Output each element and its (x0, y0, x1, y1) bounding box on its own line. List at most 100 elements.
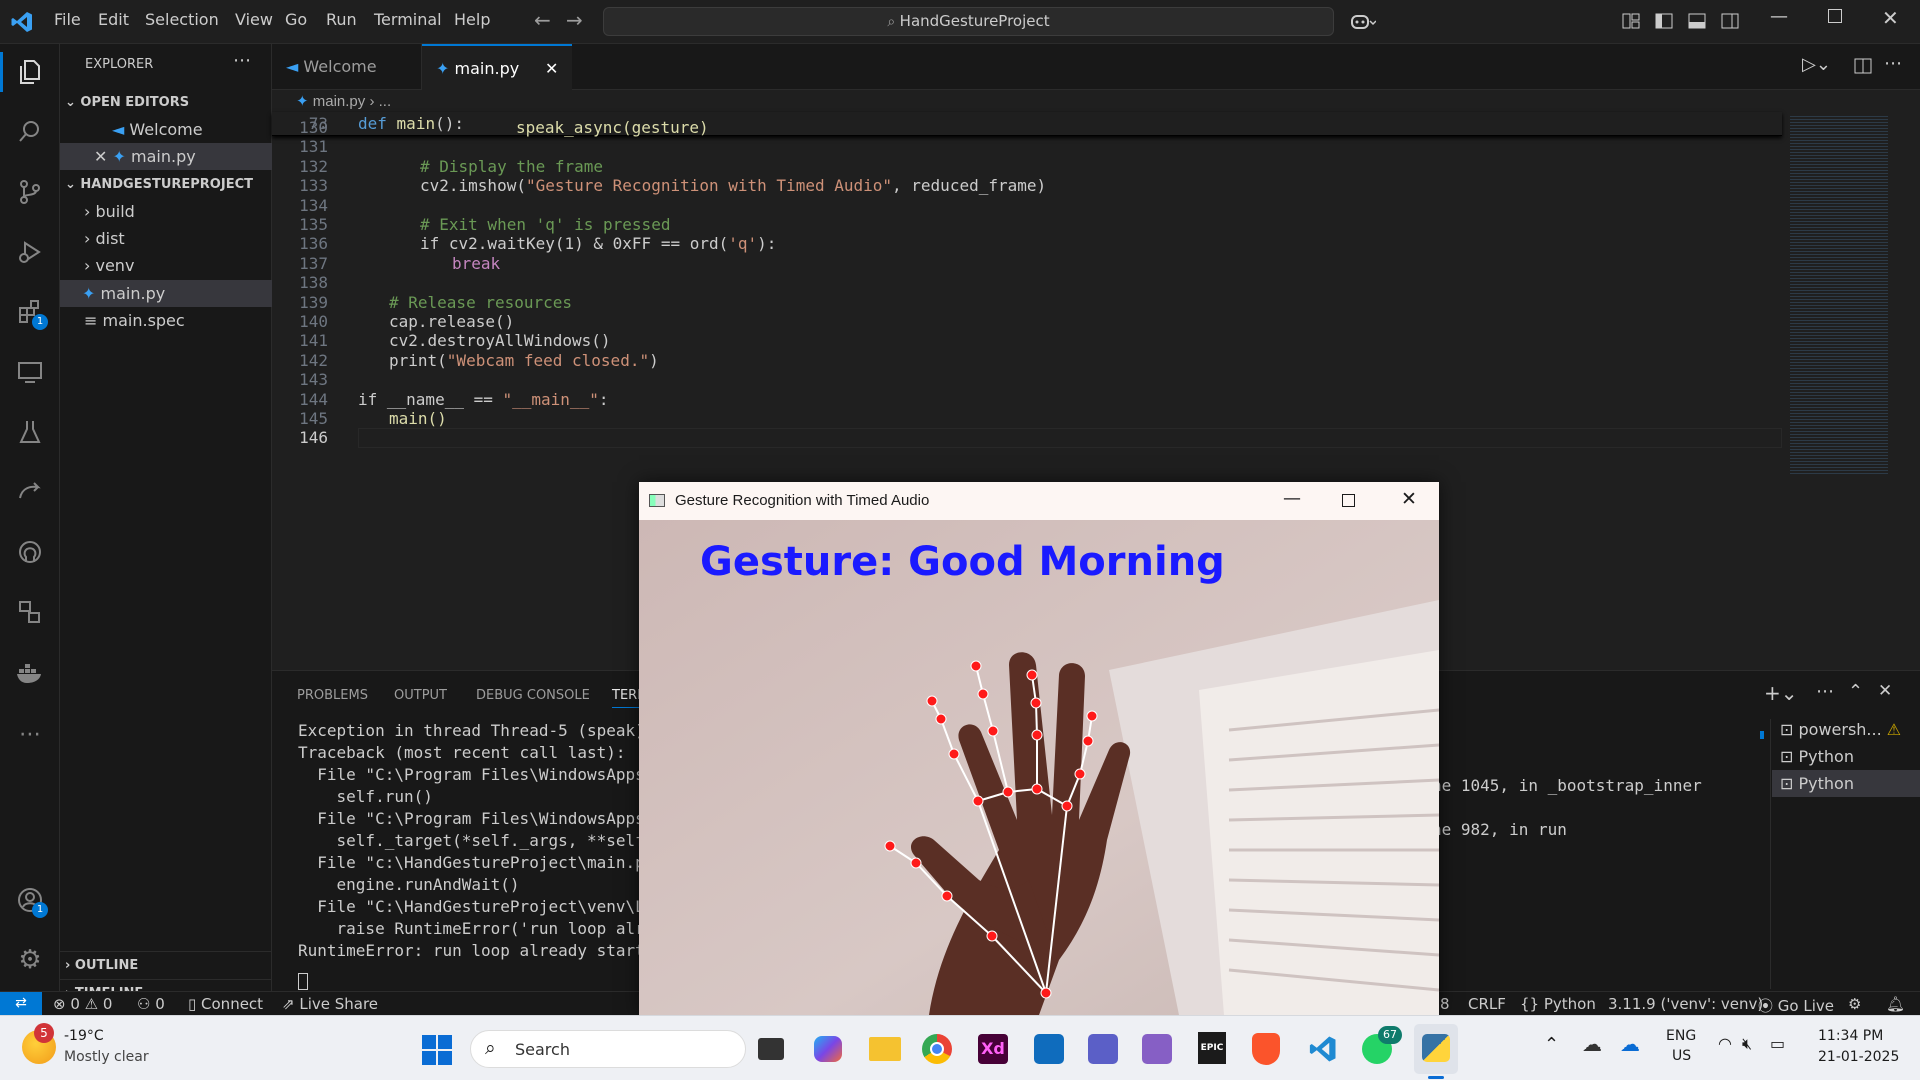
teams-icon[interactable] (1088, 1034, 1118, 1064)
visual-studio-icon[interactable] (1142, 1034, 1172, 1064)
onedrive-personal-icon[interactable]: ☁ (1582, 1032, 1602, 1056)
testing-icon[interactable] (10, 412, 50, 452)
weather-desc[interactable]: Mostly clear (64, 1049, 149, 1065)
live-share-status[interactable]: ⇗ Live Share (282, 995, 378, 1013)
tab-debug-console[interactable]: DEBUG CONSOLE (476, 688, 590, 703)
maximize-panel-icon[interactable]: ⌃ (1848, 681, 1863, 702)
gear-icon[interactable]: ⚙ (10, 940, 50, 980)
outline-section[interactable]: › OUTLINE (60, 951, 272, 978)
tab-output[interactable]: OUTPUT (394, 688, 447, 703)
menu-terminal[interactable]: Terminal (374, 10, 442, 29)
close-icon[interactable]: ✕ (1401, 488, 1417, 510)
interpreter-status[interactable]: 3.11.9 ('venv': venv) (1608, 995, 1763, 1013)
folder-venv[interactable]: › venv (60, 252, 272, 279)
source-control-icon[interactable] (10, 172, 50, 212)
containers-icon[interactable] (10, 592, 50, 632)
live-share-icon[interactable] (10, 472, 50, 512)
folder-build[interactable]: › build (60, 198, 272, 225)
tab-main-py[interactable]: ✦ main.py ✕ (422, 44, 572, 90)
back-arrow-icon[interactable]: ← (534, 8, 551, 32)
close-panel-icon[interactable]: ✕ (1878, 681, 1892, 701)
split-editor-icon[interactable] (1854, 58, 1872, 74)
maximize-icon[interactable] (1828, 9, 1842, 23)
github-icon[interactable] (10, 532, 50, 572)
menu-edit[interactable]: Edit (98, 10, 129, 29)
sticky-scroll[interactable]: 73 def main(): (272, 112, 1782, 136)
file-explorer-icon[interactable] (869, 1037, 901, 1061)
battery-icon[interactable]: ▭ (1770, 1034, 1785, 1053)
more-views-icon[interactable]: ⋯ (10, 714, 50, 754)
menu-view[interactable]: View (235, 10, 273, 29)
notifications-icon[interactable]: 🔔︎ (1886, 995, 1905, 1013)
menu-run[interactable]: Run (326, 10, 357, 29)
toggle-secondary-sidebar-icon[interactable] (1721, 13, 1739, 29)
run-debug-icon[interactable] (10, 232, 50, 272)
epic-games-icon[interactable]: EPIC (1198, 1032, 1226, 1064)
search-view-icon[interactable] (10, 112, 50, 152)
folder-dist[interactable]: › dist (60, 225, 272, 252)
accounts-icon[interactable]: 1 (10, 880, 50, 920)
command-center-search[interactable]: ⌕ HandGestureProject (603, 7, 1334, 36)
outlook-icon[interactable] (1034, 1034, 1064, 1064)
menu-file[interactable]: File (54, 10, 81, 29)
minimap[interactable] (1790, 114, 1888, 474)
project-section[interactable]: ⌄ HANDGESTUREPROJECT (60, 171, 272, 198)
toggle-panel-icon[interactable] (1688, 13, 1706, 29)
tab-welcome[interactable]: ◄ Welcome (272, 44, 422, 90)
close-icon[interactable]: ✕ (94, 147, 113, 166)
open-editor-welcome[interactable]: ◄ Welcome (60, 116, 272, 143)
explorer-more-icon[interactable]: ⋯ (233, 50, 251, 71)
remote-explorer-icon[interactable] (10, 352, 50, 392)
terminal-item-python-active[interactable]: ⊡ Python (1772, 770, 1920, 797)
brave-icon[interactable] (1252, 1033, 1280, 1065)
go-live-status[interactable]: ⦿ Go Live (1758, 995, 1834, 1016)
explorer-icon[interactable] (10, 52, 50, 92)
menu-go[interactable]: Go (285, 10, 307, 29)
tab-problems[interactable]: PROBLEMS (297, 688, 368, 703)
wifi-icon[interactable]: ◠ (1718, 1034, 1732, 1053)
menu-help[interactable]: Help (454, 10, 490, 29)
forward-arrow-icon[interactable]: → (566, 8, 583, 32)
ports-status[interactable]: ⚇ 0 (137, 995, 165, 1013)
clock-date[interactable]: 21-01-2025 (1818, 1049, 1899, 1065)
extensions-icon[interactable]: 1 (10, 292, 50, 332)
run-file-icon[interactable]: ▷⌄ (1802, 54, 1831, 75)
clock-time[interactable]: 11:34 PM (1818, 1028, 1883, 1044)
breadcrumb-rest[interactable]: ... (379, 93, 392, 110)
customize-layout-icon[interactable] (1622, 13, 1640, 29)
vscode-taskbar-icon[interactable] (1308, 1034, 1338, 1064)
eol-status[interactable]: CRLF (1468, 995, 1506, 1013)
open-editors-section[interactable]: ⌄ OPEN EDITORS (60, 89, 272, 116)
connect-status[interactable]: ▯ Connect (188, 995, 263, 1013)
onedrive-icon[interactable]: ☁ (1620, 1032, 1640, 1056)
docker-icon[interactable] (10, 652, 50, 692)
gesture-window-titlebar[interactable]: Gesture Recognition with Timed Audio — ✕ (639, 482, 1439, 520)
volume-muted-icon[interactable]: 🔇︎ (1742, 1034, 1752, 1054)
maximize-icon[interactable] (1342, 494, 1355, 507)
weather-temp[interactable]: -19°C (64, 1028, 104, 1044)
breadcrumb-file[interactable]: main.py (313, 93, 366, 110)
minimize-icon[interactable]: — (1770, 6, 1788, 27)
minimize-icon[interactable]: — (1283, 488, 1301, 509)
close-window-icon[interactable]: ✕ (1882, 6, 1899, 30)
toggle-sidebar-icon[interactable] (1655, 13, 1673, 29)
terminal-item-powershell[interactable]: ⊡ powersh... ⚠ (1772, 716, 1920, 743)
language-status[interactable]: {} Python (1520, 995, 1596, 1013)
language-region[interactable]: US (1672, 1048, 1691, 1064)
copilot-app-icon[interactable] (814, 1036, 842, 1062)
close-tab-icon[interactable]: ✕ (545, 46, 558, 92)
python-app-active[interactable] (1414, 1024, 1458, 1074)
more-actions-icon[interactable]: ⋯ (1884, 53, 1902, 74)
taskbar-search[interactable]: ⌕ Search (470, 1030, 746, 1068)
tray-overflow-icon[interactable]: ⌃ (1544, 1034, 1559, 1055)
terminal-item-python[interactable]: ⊡ Python (1772, 743, 1920, 770)
remote-indicator-icon[interactable]: ⇄ (0, 992, 42, 1016)
start-icon[interactable] (422, 1035, 452, 1065)
task-view-icon[interactable] (758, 1038, 784, 1060)
new-terminal-icon[interactable]: +⌄ (1764, 681, 1798, 705)
panel-more-icon[interactable]: ⋯ (1816, 681, 1834, 702)
file-main-spec[interactable]: ≡ main.spec (60, 307, 272, 334)
copilot-status-icon[interactable]: ⚙ (1848, 995, 1861, 1013)
chrome-icon[interactable] (922, 1034, 952, 1064)
file-main-py[interactable]: ✦ main.py (60, 280, 272, 307)
